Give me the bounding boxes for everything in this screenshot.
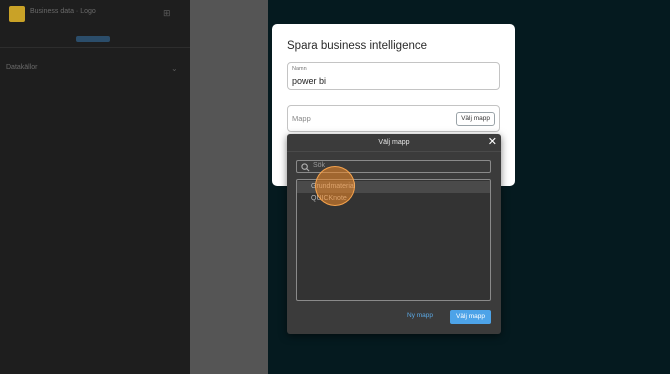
- confirm-folder-button[interactable]: Välj mapp: [450, 310, 491, 324]
- close-icon[interactable]: ✕: [488, 136, 497, 148]
- folder-search-placeholder: Sök: [313, 162, 326, 169]
- overlay-panel: [190, 0, 268, 374]
- dialog-title: Spara business intelligence: [287, 40, 428, 52]
- header-divider: [287, 151, 501, 152]
- click-indicator: [315, 166, 355, 206]
- search-icon: [301, 163, 310, 172]
- name-field-value[interactable]: power bi: [292, 76, 326, 86]
- folder-field[interactable]: Mapp Välj mapp: [287, 105, 500, 132]
- sidebar-section-label[interactable]: Datakällor: [6, 64, 38, 71]
- folder-picker-dialog: Välj mapp ✕ Sök Grundmaterial QUICKnote …: [287, 134, 501, 334]
- name-field-label: Namn: [292, 66, 307, 72]
- sidebar: Business data · Logo ⊞ Datakällor ⌄: [0, 0, 190, 374]
- new-folder-button[interactable]: Ny mapp: [407, 312, 433, 319]
- choose-folder-button[interactable]: Välj mapp: [456, 112, 495, 126]
- name-field[interactable]: Namn power bi: [287, 62, 500, 90]
- app-brand: Business data · Logo: [30, 8, 96, 15]
- chevron-down-icon[interactable]: ⌄: [171, 64, 178, 73]
- menu-icon[interactable]: ⊞: [163, 8, 171, 19]
- sidebar-active-tab[interactable]: [76, 36, 110, 42]
- folder-picker-title: Välj mapp: [378, 139, 410, 146]
- app-logo: [9, 6, 25, 22]
- folder-field-placeholder: Mapp: [292, 114, 311, 123]
